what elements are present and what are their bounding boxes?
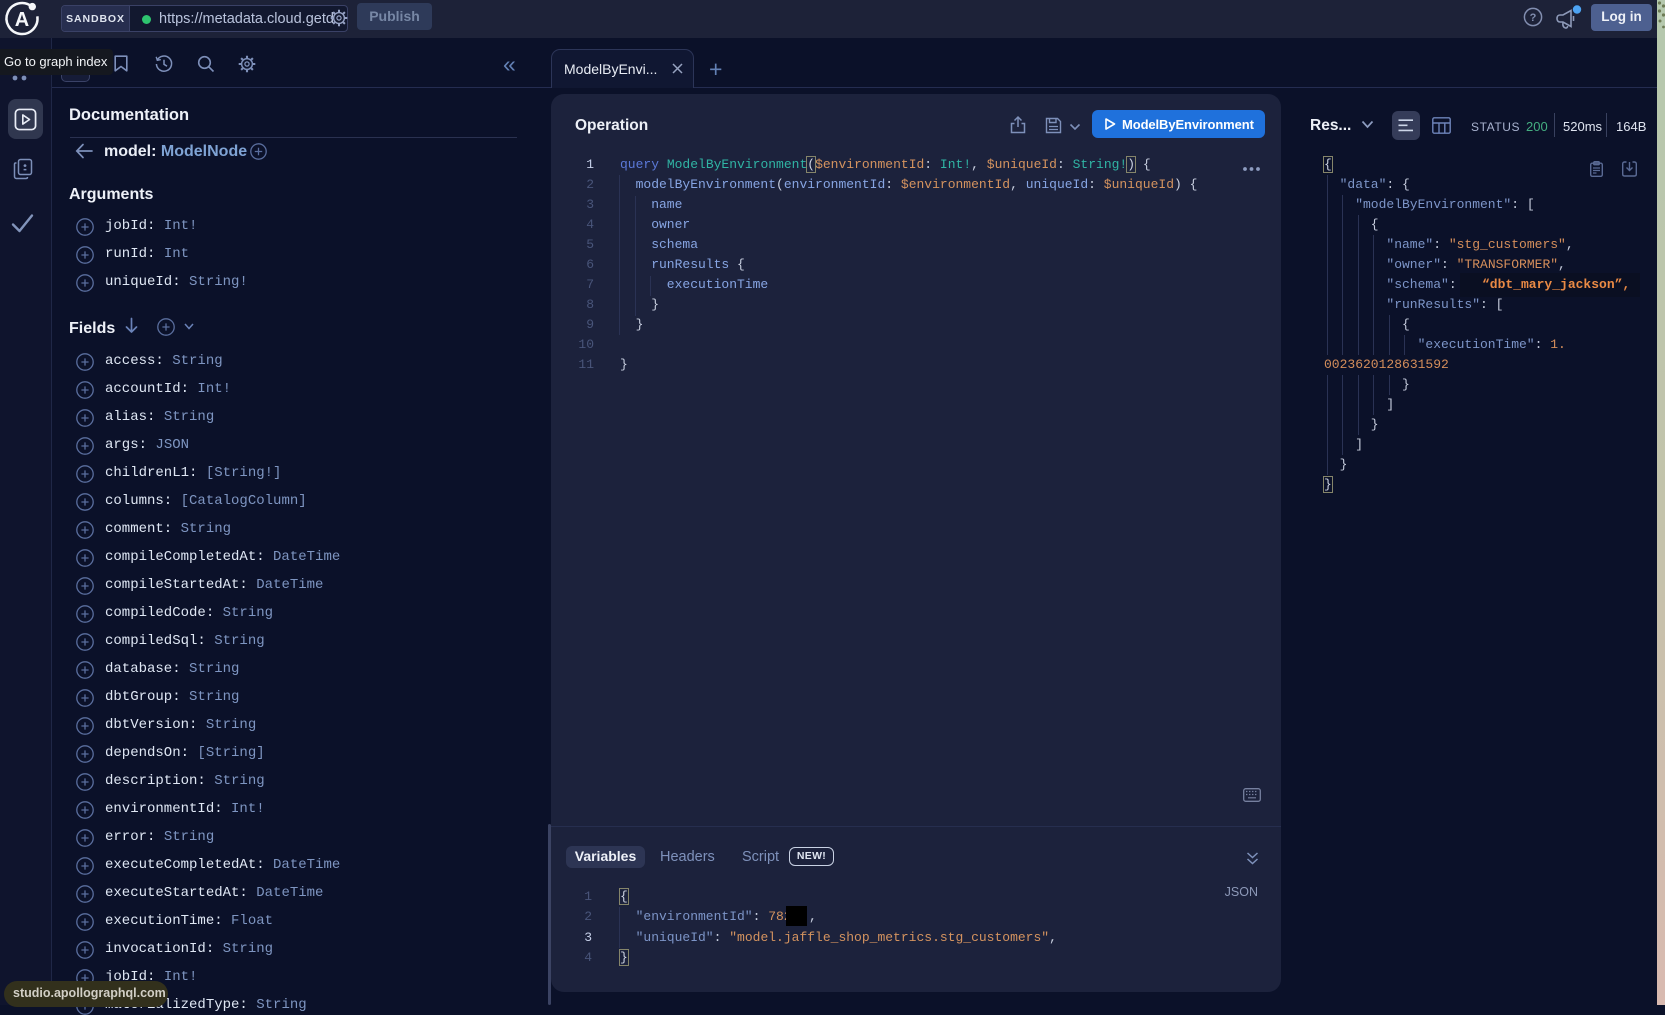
svg-text:?: ? — [1530, 12, 1537, 24]
svg-text:A: A — [15, 9, 29, 31]
